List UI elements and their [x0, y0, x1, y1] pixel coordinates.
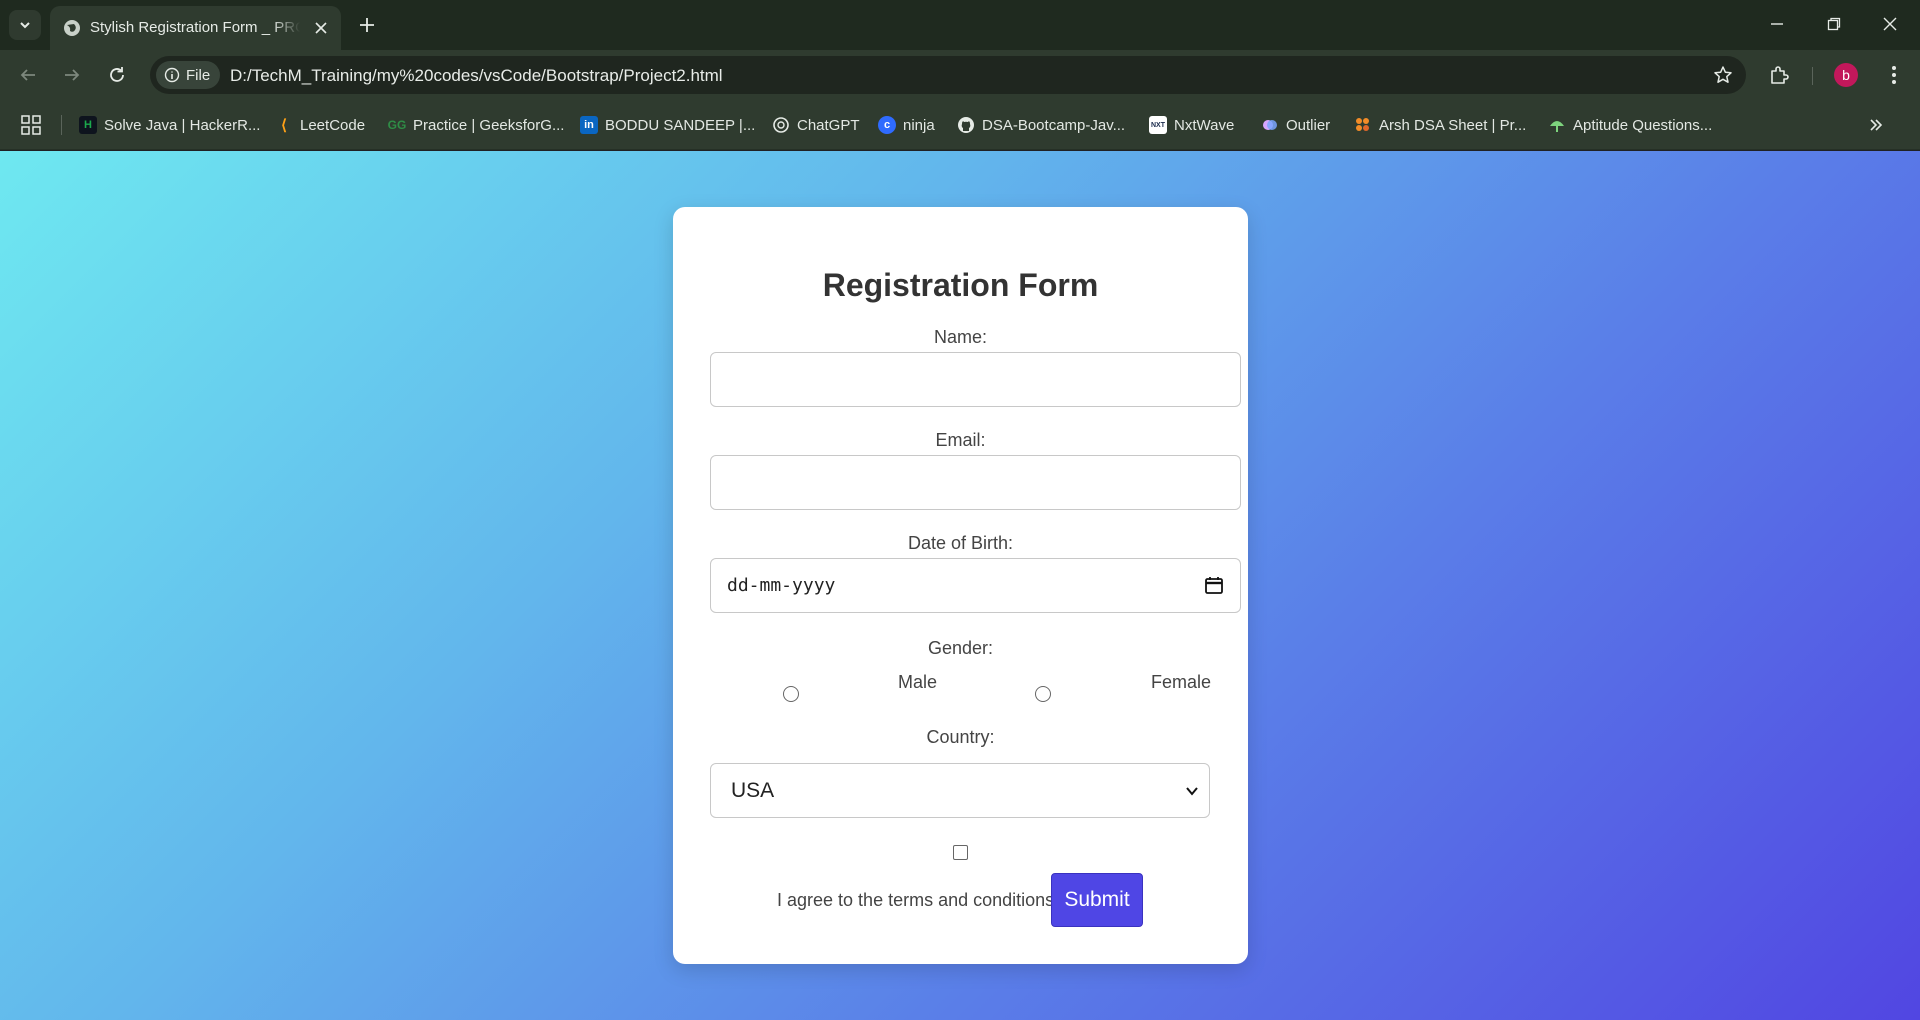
github-icon — [958, 117, 974, 133]
arsh-icon — [1356, 118, 1369, 131]
site-info-chip[interactable]: File — [156, 61, 221, 89]
globe-icon — [64, 20, 80, 36]
more-vert-icon — [1892, 66, 1896, 84]
email-label: Email: — [935, 430, 986, 450]
geeksforgeeks-icon: GG — [387, 118, 407, 132]
outlier-icon — [1263, 120, 1277, 130]
apps-grid-icon[interactable] — [20, 114, 42, 136]
chevron-down-icon — [1186, 787, 1198, 796]
bookmarks-bar: H Solve Java | HackerR... ⟨ LeetCode GG … — [0, 100, 1920, 150]
submit-button[interactable]: Submit — [1051, 873, 1143, 927]
close-window-button[interactable] — [1867, 6, 1913, 42]
chevron-down-icon — [20, 22, 30, 29]
tab-search-button[interactable] — [9, 10, 41, 40]
terms-label: I agree to the terms and conditions — [777, 890, 1055, 910]
profile-avatar[interactable]: b — [1834, 63, 1858, 87]
registration-card: Registration Form Name: Email: Date of B… — [673, 207, 1248, 964]
bookmark-label: DSA-Bootcamp-Jav... — [982, 116, 1126, 134]
leetcode-icon: ⟨ — [281, 117, 287, 134]
calendar-icon[interactable] — [1204, 575, 1224, 595]
bookmark-linkedin[interactable]: in BODDU SANDEEP |... — [580, 114, 755, 136]
bookmark-label: ChatGPT — [797, 116, 860, 134]
gender-female-radio[interactable] — [1035, 686, 1051, 702]
url-text[interactable]: D:/TechM_Training/my%20codes/vsCode/Boot… — [230, 66, 723, 86]
bookmark-arsh-dsa[interactable]: Arsh DSA Sheet | Pr... — [1354, 114, 1526, 136]
address-bar[interactable]: File D:/TechM_Training/my%20codes/vsCode… — [150, 56, 1746, 94]
bookmark-label: NxtWave — [1174, 116, 1235, 134]
star-icon — [1714, 66, 1732, 83]
aptitude-icon — [1550, 121, 1564, 132]
linkedin-icon: in — [580, 116, 598, 134]
dob-placeholder: dd-mm-yyyy — [727, 575, 836, 596]
bookmark-label: LeetCode — [300, 116, 366, 134]
dob-label: Date of Birth: — [907, 533, 1014, 553]
gender-female-label: Female — [1151, 672, 1212, 692]
arrow-left-icon — [20, 69, 35, 81]
form-title: Registration Form — [822, 267, 1099, 303]
dob-field[interactable]: dd-mm-yyyy — [710, 558, 1241, 613]
bookmark-outlier[interactable]: Outlier — [1261, 114, 1330, 136]
minimize-button[interactable] — [1754, 6, 1800, 42]
puzzle-icon — [1771, 66, 1789, 84]
bookmark-leetcode[interactable]: ⟨ LeetCode — [275, 114, 365, 136]
gender-label: Gender: — [927, 638, 994, 658]
browser-tab[interactable]: Stylish Registration Form _ PRO — [50, 6, 341, 50]
new-tab-button[interactable] — [353, 11, 381, 39]
bookmark-star-button[interactable] — [1712, 64, 1734, 86]
codingninjas-icon: c — [878, 116, 896, 134]
arrow-right-icon — [65, 69, 80, 81]
bookmarks-divider — [61, 115, 62, 135]
name-label: Name: — [933, 327, 987, 347]
tab-strip: Stylish Registration Form _ PRO — [0, 0, 1920, 50]
gender-male-radio[interactable] — [783, 686, 799, 702]
country-selected-value: USA — [731, 779, 775, 802]
email-field[interactable] — [710, 455, 1241, 510]
bookmark-label: ninja — [903, 116, 935, 134]
country-label: Country: — [926, 727, 995, 747]
terms-checkbox[interactable] — [953, 845, 968, 860]
tab-title: Stylish Registration Form _ PRO — [90, 19, 300, 36]
bookmark-dsa-bootcamp[interactable]: DSA-Bootcamp-Jav... — [957, 114, 1125, 136]
info-icon — [164, 67, 180, 83]
bookmark-ninja[interactable]: c ninja — [878, 114, 935, 136]
reload-button[interactable] — [101, 59, 133, 91]
restore-button[interactable] — [1811, 6, 1857, 42]
chatgpt-icon — [773, 117, 789, 133]
restore-icon — [1827, 17, 1841, 31]
bookmark-label: Arsh DSA Sheet | Pr... — [1379, 116, 1527, 134]
site-chip-label: File — [186, 66, 211, 84]
hackerrank-icon: H — [79, 116, 97, 134]
nxtwave-icon: NXT — [1149, 116, 1167, 134]
extensions-button[interactable] — [1766, 61, 1794, 89]
chevron-double-right-icon — [1870, 119, 1883, 131]
bookmark-label: Solve Java | HackerR... — [104, 116, 261, 134]
close-icon — [1883, 17, 1897, 31]
close-icon — [315, 22, 327, 34]
bookmarks-overflow-button[interactable] — [1864, 113, 1888, 137]
bookmark-hackerrank[interactable]: H Solve Java | HackerR... — [79, 114, 260, 136]
bookmark-label: Aptitude Questions... — [1573, 116, 1713, 134]
browser-toolbar: File D:/TechM_Training/my%20codes/vsCode… — [0, 50, 1920, 100]
name-field[interactable] — [710, 352, 1241, 407]
bookmark-aptitude[interactable]: Aptitude Questions... — [1548, 114, 1712, 136]
bookmark-label: Outlier — [1286, 116, 1331, 134]
minimize-icon — [1771, 23, 1783, 25]
bookmark-nxtwave[interactable]: NXT NxtWave — [1149, 114, 1234, 136]
plus-icon — [360, 18, 374, 32]
bookmark-label: BODDU SANDEEP |... — [605, 116, 756, 134]
bookmark-label: Practice | GeeksforG... — [413, 116, 565, 134]
page-viewport: Registration Form Name: Email: Date of B… — [0, 151, 1920, 1020]
reload-icon — [110, 67, 124, 82]
browser-menu-button[interactable] — [1880, 61, 1908, 89]
bookmark-geeksforgeeks[interactable]: GG Practice | GeeksforG... — [387, 114, 565, 136]
bookmark-chatgpt[interactable]: ChatGPT — [772, 114, 860, 136]
toolbar-divider — [1812, 67, 1813, 85]
country-select[interactable]: USA — [710, 763, 1210, 818]
forward-button[interactable] — [56, 59, 88, 91]
tab-close-button[interactable] — [310, 17, 332, 39]
gender-male-label: Male — [898, 672, 938, 692]
back-button[interactable] — [12, 59, 44, 91]
